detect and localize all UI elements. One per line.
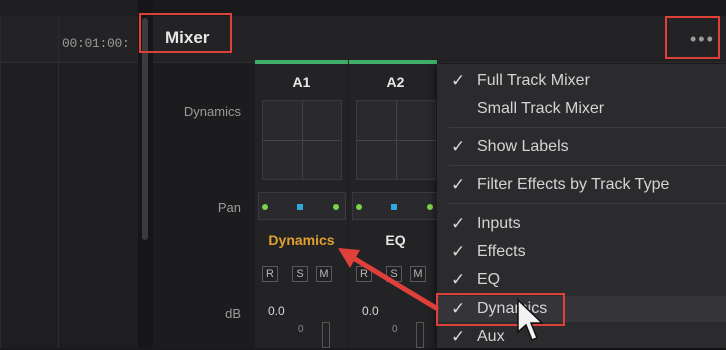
channel-a1-record-button[interactable]: R bbox=[262, 266, 278, 282]
menu-item-inputs[interactable]: ✓ Inputs bbox=[437, 211, 726, 237]
channel-a1-color-bar bbox=[255, 60, 348, 64]
pan-position-marker[interactable] bbox=[297, 204, 303, 210]
menu-divider bbox=[449, 203, 726, 204]
checkmark-icon: ✓ bbox=[451, 214, 466, 233]
channel-a2-fader-scale: 0 bbox=[392, 324, 398, 335]
pan-right-dot bbox=[427, 204, 433, 210]
timeline-tick bbox=[58, 16, 59, 348]
channel-a1-fader-scale: 0 bbox=[298, 324, 304, 335]
menu-item-eq[interactable]: ✓ EQ bbox=[437, 267, 726, 293]
menu-item-aux[interactable]: ✓ Aux bbox=[437, 324, 726, 350]
channel-a1-solo-button[interactable]: S bbox=[292, 266, 308, 282]
menu-divider bbox=[449, 127, 726, 128]
timecode-label: 00:01:00: bbox=[62, 36, 130, 51]
row-label-dynamics: Dynamics bbox=[183, 104, 241, 119]
checkmark-icon: ✓ bbox=[451, 175, 466, 194]
channel-a1-pan-control[interactable] bbox=[258, 192, 346, 220]
annotation-arrow-icon bbox=[338, 248, 439, 311]
timeline-tick bbox=[0, 16, 1, 348]
menu-item-small-track-mixer[interactable]: Small Track Mixer bbox=[437, 96, 726, 122]
channel-a2-pan-control[interactable] bbox=[352, 192, 440, 220]
channel-a2-name: A2 bbox=[386, 74, 405, 90]
timeline-panel: 00:01:00: bbox=[0, 0, 138, 348]
pan-left-dot bbox=[356, 204, 362, 210]
row-label-pan: Pan bbox=[217, 200, 241, 215]
channel-a1-db-value: 0.0 bbox=[268, 304, 285, 318]
channel-a1-fader[interactable] bbox=[322, 322, 330, 348]
channel-a2-dynamics-graph[interactable] bbox=[356, 100, 436, 180]
checkmark-icon: ✓ bbox=[451, 137, 466, 156]
menu-item-filter-effects[interactable]: ✓ Filter Effects by Track Type bbox=[437, 172, 726, 198]
checkmark-icon: ✓ bbox=[451, 71, 466, 90]
row-label-db: dB bbox=[225, 306, 241, 321]
annotation-highlight-mixer bbox=[139, 13, 232, 53]
menu-item-show-labels[interactable]: ✓ Show Labels bbox=[437, 134, 726, 160]
pan-position-marker[interactable] bbox=[391, 204, 397, 210]
pan-left-dot bbox=[262, 204, 268, 210]
checkmark-icon: ✓ bbox=[451, 270, 466, 289]
checkmark-icon: ✓ bbox=[451, 242, 466, 261]
channel-a2-color-bar bbox=[349, 60, 437, 64]
menu-divider bbox=[449, 165, 726, 166]
mixer-header bbox=[153, 16, 726, 63]
channel-a2-fader[interactable] bbox=[416, 322, 424, 348]
mouse-cursor-icon bbox=[517, 298, 544, 341]
checkmark-icon: ✓ bbox=[451, 327, 466, 346]
annotation-highlight-options bbox=[665, 16, 720, 59]
channel-a1-name: A1 bbox=[292, 74, 311, 90]
menu-item-effects[interactable]: ✓ Effects bbox=[437, 239, 726, 265]
pan-right-dot bbox=[333, 204, 339, 210]
channel-a1-dynamics-graph[interactable] bbox=[262, 100, 342, 180]
menu-item-full-track-mixer[interactable]: ✓ Full Track Mixer bbox=[437, 68, 726, 94]
